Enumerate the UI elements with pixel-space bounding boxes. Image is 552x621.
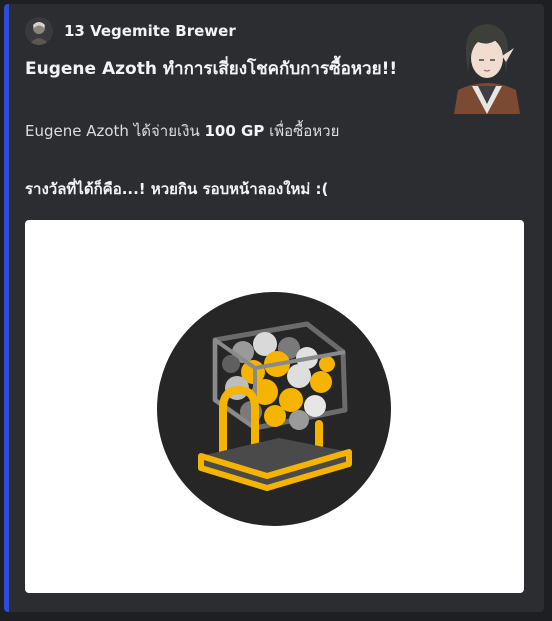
embed-title: Eugene Azoth ทำการเสี่ยงโชคกับการซื้อหวย…: [25, 59, 398, 79]
embed-description: Eugene Azoth ได้จ่ายเงิน 100 GP เพื่อซื้…: [25, 119, 445, 143]
embed-card: 13 Vegemite Brewer Eugene Azoth ทำการเสี…: [4, 4, 544, 612]
description-amount: 100 GP: [204, 122, 265, 140]
description-prefix: Eugene Azoth ได้จ่ายเงิน: [25, 122, 205, 140]
prize-result-text: รางวัลที่ได้ก็คือ...! หวยกิน รอบหน้าลองใ…: [25, 180, 329, 198]
author-name[interactable]: 13 Vegemite Brewer: [64, 22, 236, 40]
embed-image[interactable]: [25, 220, 524, 593]
thumbnail-image[interactable]: [448, 16, 526, 114]
description-suffix: เพื่อซื้อหวย: [264, 122, 340, 140]
author-avatar-icon[interactable]: [25, 17, 53, 45]
embed-author[interactable]: 13 Vegemite Brewer: [25, 16, 236, 46]
embed-accent-bar: [4, 4, 9, 612]
lottery-machine-icon: [157, 292, 391, 526]
